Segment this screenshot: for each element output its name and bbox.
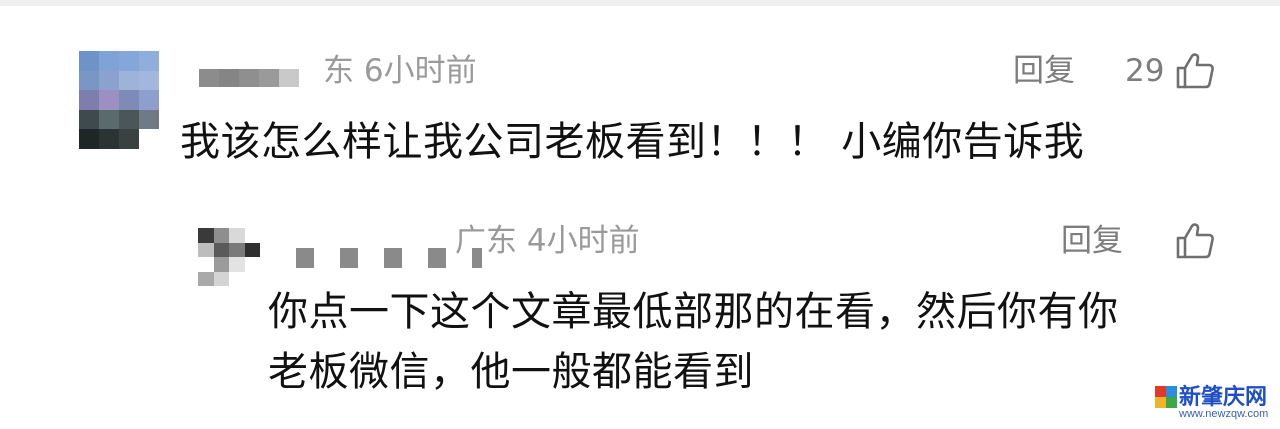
username-blurred (199, 69, 299, 87)
comment-meta: 东 6小时前 (323, 56, 477, 87)
watermark-title: 新肇庆网 (1179, 384, 1268, 410)
reply-timestamp: 4小时前 (526, 223, 640, 259)
top-divider (0, 0, 1280, 6)
avatar[interactable] (79, 51, 159, 149)
location-text: 东 (323, 53, 354, 89)
thumbs-up-icon[interactable] (1175, 222, 1215, 260)
thumbs-up-icon[interactable] (1175, 52, 1215, 90)
timestamp: 6小时前 (363, 53, 477, 89)
reply-reply-button[interactable]: 回复 (1061, 226, 1123, 257)
reply-meta: 广东 4小时前 (455, 226, 640, 257)
watermark-logo-icon (1155, 386, 1177, 408)
like-count: 29 (1125, 53, 1165, 89)
comment-text: 我该怎么样让我公司老板看到！！！ 小编你告诉我 (180, 119, 1085, 165)
watermark: 新肇庆网 www.newzqw.com (1155, 386, 1268, 421)
reply-text-line-1: 你点一下这个文章最低部那的在看，然后你有你 (268, 289, 1119, 335)
reply-avatar[interactable] (198, 228, 260, 286)
reply-button[interactable]: 回复 (1013, 56, 1075, 87)
watermark-url: www.newzqw.com (1179, 408, 1269, 420)
reply-text-line-2: 老板微信，他一般都能看到 (268, 349, 754, 395)
reply-location-text: 广东 (455, 223, 517, 259)
